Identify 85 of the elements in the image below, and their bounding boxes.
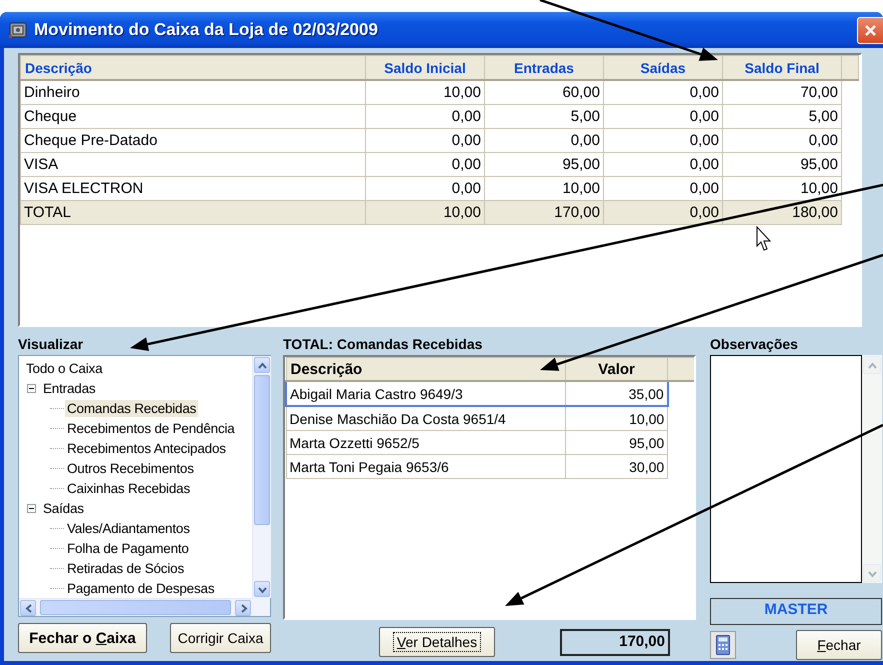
table-cell: 60,00	[484, 80, 604, 104]
column-header: Saídas	[604, 56, 722, 80]
table-cell: 0,00	[366, 152, 484, 176]
close-button[interactable]	[857, 16, 883, 44]
panel-label: Visualizar	[18, 336, 84, 352]
table-cell: 10,00	[366, 80, 484, 104]
table-cell: Dinheiro	[20, 80, 366, 104]
tree-item[interactable]: Pagamento de Despesas	[65, 580, 216, 596]
tree-item[interactable]: Vales/Adiantamentos	[65, 520, 192, 536]
chevron-down-icon	[258, 584, 266, 594]
notes-field[interactable]	[710, 355, 862, 583]
column-header: Entradas	[484, 56, 604, 80]
table-cell: Cheque	[20, 104, 366, 128]
table-cell: 0,00	[484, 128, 604, 152]
tree-item[interactable]: Folha de Pagamento	[65, 540, 191, 556]
tree-item[interactable]: Entradas	[41, 380, 98, 396]
scroll-left-button[interactable]	[20, 600, 36, 616]
table-cell: 0,00	[604, 152, 722, 176]
column-header: Valor	[565, 358, 668, 381]
chevron-down-icon	[868, 568, 876, 578]
table-cell: Marta Toni Pegaia 9653/6	[286, 454, 566, 478]
scroll-down-button[interactable]	[254, 581, 270, 597]
scrollbar-corner	[252, 598, 270, 616]
table-cell: 0,00	[722, 128, 842, 152]
table-cell: 70,00	[722, 80, 842, 104]
table-cell: Abigail Maria Castro 9649/3	[286, 381, 566, 406]
total-field: 170,00	[560, 628, 670, 656]
column-header: Saldo Final	[722, 56, 842, 80]
total-cell: 10,00	[366, 200, 484, 224]
table-cell: 95,00	[722, 152, 842, 176]
table-cell: 95,00	[565, 430, 668, 454]
table-cell: 5,00	[722, 104, 842, 128]
tree-item[interactable]: Comandas Recebidas	[65, 400, 198, 416]
chevron-up-icon	[868, 360, 876, 370]
scroll-up-button[interactable]	[254, 357, 270, 373]
close-register-button[interactable]: Fechar o Caixa	[18, 623, 147, 653]
tree-item[interactable]: Todo o Caixa	[24, 360, 104, 376]
table-cell: Denise Maschião Da Costa 9651/4	[286, 406, 566, 430]
mouse-cursor-icon	[756, 226, 772, 251]
horizontal-scrollbar[interactable]	[19, 598, 252, 616]
total-cell: 0,00	[604, 200, 722, 224]
chevron-up-icon	[258, 360, 266, 370]
table-cell: 95,00	[484, 152, 604, 176]
calculator-icon	[716, 635, 730, 655]
panel-title: TOTAL: Comandas Recebidas	[283, 336, 484, 352]
table-cell: 0,00	[604, 104, 722, 128]
user-field: MASTER	[710, 598, 882, 625]
scrollbar-thumb[interactable]	[254, 375, 270, 525]
calculator-button[interactable]	[710, 631, 736, 659]
column-header: Descrição	[286, 358, 566, 381]
chevron-right-icon	[238, 604, 248, 612]
table-cell: VISA	[20, 152, 366, 176]
tree-item[interactable]: Caixinhas Recebidas	[65, 480, 192, 496]
table-cell: 30,00	[565, 454, 668, 478]
expander-icon[interactable]	[27, 504, 36, 512]
total-cell: TOTAL	[20, 200, 366, 224]
total-cell: 170,00	[484, 200, 604, 224]
column-header: Descrição	[20, 56, 366, 80]
expander-icon[interactable]	[27, 384, 36, 392]
tree-item[interactable]: Recebimentos de Pendência	[65, 420, 237, 436]
table-cell: 35,00	[565, 381, 668, 406]
vertical-scrollbar[interactable]	[252, 356, 271, 598]
table-cell: 0,00	[604, 128, 722, 152]
scroll-right-button[interactable]	[235, 600, 251, 616]
column-header: Saldo Inicial	[366, 56, 484, 80]
window-title: Movimento do Caixa da Loja de 02/03/2009	[34, 20, 379, 40]
table-cell: 5,00	[484, 104, 604, 128]
panel-label: Observações	[710, 336, 799, 352]
tree-item[interactable]: Recebimentos Antecipados	[65, 440, 228, 456]
tree-item[interactable]: Saídas	[41, 500, 86, 516]
table-cell: 10,00	[565, 406, 668, 430]
safe-icon	[8, 20, 28, 40]
chevron-left-icon	[24, 604, 32, 612]
tree-item[interactable]: Retiradas de Sócios	[65, 560, 186, 576]
tree-item[interactable]: Outros Recebimentos	[65, 460, 196, 476]
table-cell: Marta Ozzetti 9652/5	[286, 430, 566, 454]
correct-register-button[interactable]: Corrigir Caixa	[170, 623, 271, 653]
close-icon	[864, 24, 877, 36]
table-cell: 0,00	[604, 80, 722, 104]
table-cell: 0,00	[366, 104, 484, 128]
table-cell: Cheque Pre-Datado	[20, 128, 366, 152]
close-button[interactable]: Fechar	[796, 630, 882, 660]
details-button[interactable]: Ver Detalhes	[379, 627, 495, 657]
table-cell: 0,00	[366, 128, 484, 152]
scrollbar-thumb[interactable]	[40, 600, 231, 615]
